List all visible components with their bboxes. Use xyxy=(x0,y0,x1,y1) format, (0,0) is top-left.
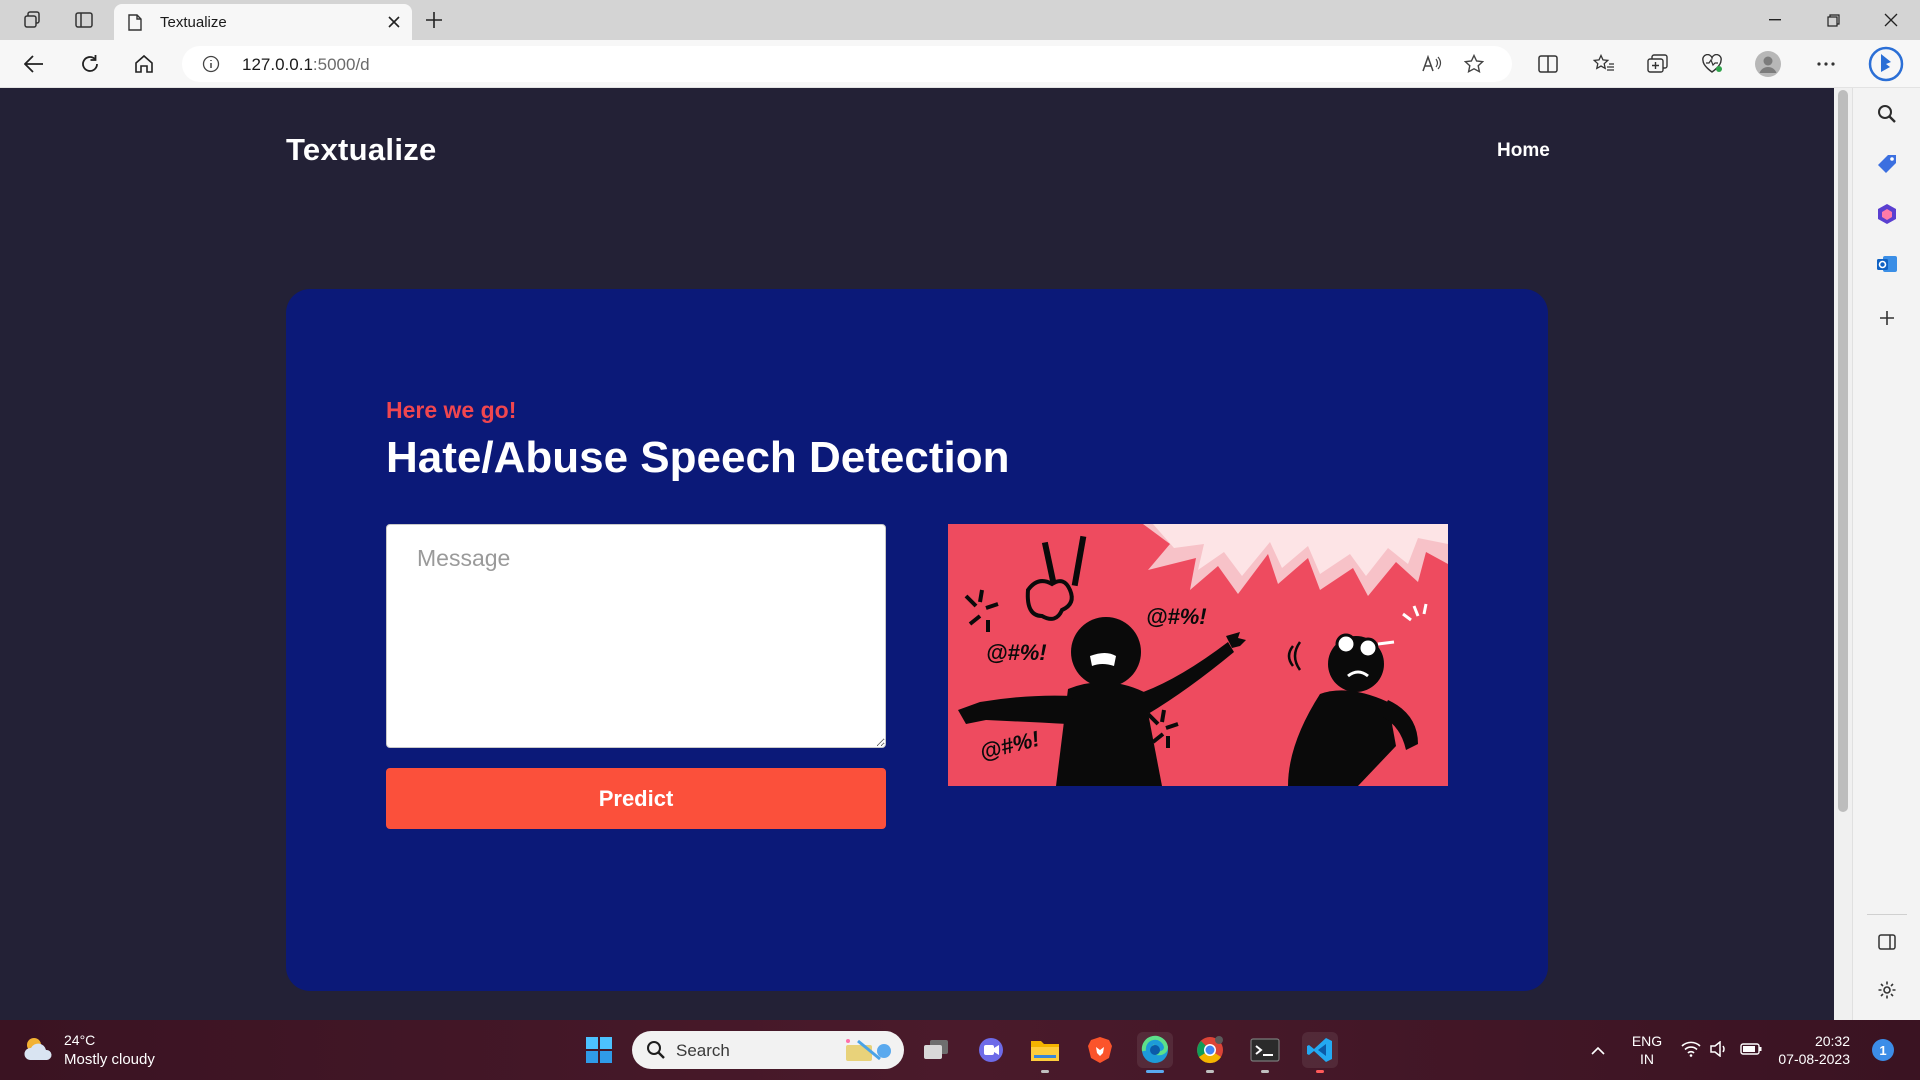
back-arrow-icon[interactable] xyxy=(20,50,48,78)
collections-icon[interactable] xyxy=(1644,50,1672,78)
bing-copilot-icon[interactable] xyxy=(1866,44,1906,84)
weather-temperature[interactable]: 24°C xyxy=(64,1032,95,1048)
url-path: :5000/d xyxy=(312,55,370,74)
system-clock[interactable]: 20:32 07-08-2023 xyxy=(1770,1032,1850,1068)
chrome-browser-icon[interactable] xyxy=(1192,1032,1228,1073)
address-bar[interactable]: 127.0.0.1:5000/d xyxy=(182,46,1512,82)
browser-tab-strip: Textualize xyxy=(0,0,1920,40)
tab-actions-icon[interactable] xyxy=(72,8,96,32)
weather-description[interactable]: Mostly cloudy xyxy=(64,1051,155,1068)
edge-browser-icon[interactable] xyxy=(1137,1032,1173,1073)
page-icon xyxy=(128,14,142,31)
new-tab-icon[interactable] xyxy=(422,8,446,32)
tab-textualize[interactable]: Textualize xyxy=(114,4,412,40)
search-icon[interactable] xyxy=(1875,102,1899,126)
browser-toolbar: 127.0.0.1:5000/d xyxy=(0,40,1920,88)
favorite-star-icon[interactable] xyxy=(1460,50,1488,78)
message-input[interactable] xyxy=(386,524,886,748)
sidebar-divider xyxy=(1867,914,1907,915)
partly-cloudy-icon[interactable] xyxy=(22,1034,56,1064)
notification-badge[interactable]: 1 xyxy=(1872,1039,1894,1061)
outlook-icon[interactable] xyxy=(1875,252,1899,276)
windows-taskbar: 24°C Mostly cloudy Search ENG IN 20:32 0… xyxy=(0,1020,1920,1080)
language-region: IN xyxy=(1640,1051,1654,1067)
workspaces-icon[interactable] xyxy=(20,8,44,32)
clock-date: 07-08-2023 xyxy=(1778,1051,1850,1067)
page-scrollbar[interactable] xyxy=(1834,88,1852,1020)
clock-time: 20:32 xyxy=(1814,1033,1850,1049)
symbols-text-1: @#%! xyxy=(986,640,1047,665)
running-indicator xyxy=(1206,1070,1214,1073)
running-indicator xyxy=(1041,1070,1049,1073)
refresh-icon[interactable] xyxy=(76,50,104,78)
shopping-tag-icon[interactable] xyxy=(1875,152,1899,176)
minimize-icon[interactable] xyxy=(1752,6,1798,34)
teams-chat-icon[interactable] xyxy=(973,1032,1009,1068)
language-code: ENG xyxy=(1631,1033,1663,1049)
taskbar-search-icon xyxy=(647,1041,665,1059)
browser-essentials-icon[interactable] xyxy=(1698,50,1726,78)
windows-start-icon[interactable] xyxy=(581,1032,617,1068)
brave-browser-icon[interactable] xyxy=(1082,1032,1118,1068)
wifi-icon[interactable] xyxy=(1680,1038,1702,1060)
volume-icon[interactable] xyxy=(1708,1038,1730,1060)
card-eyebrow: Here we go! xyxy=(386,397,517,423)
symbols-text-2: @#%! xyxy=(1146,604,1207,629)
profile-avatar[interactable] xyxy=(1754,50,1782,78)
nav-home-link[interactable]: Home xyxy=(1497,140,1550,162)
active-window-indicator xyxy=(1146,1070,1164,1073)
add-sidebar-app-icon[interactable] xyxy=(1875,306,1899,330)
language-indicator[interactable]: ENG IN xyxy=(1630,1032,1664,1068)
scrollbar-thumb[interactable] xyxy=(1838,90,1848,812)
page-title: Hate/Abuse Speech Detection xyxy=(386,433,1010,482)
taskbar-search[interactable]: Search xyxy=(632,1031,904,1069)
url-text: 127.0.0.1:5000/d xyxy=(242,55,370,75)
page-viewport: Textualize Home Here we go! Hate/Abuse S… xyxy=(0,88,1834,1020)
m365-icon[interactable] xyxy=(1875,202,1899,226)
running-indicator xyxy=(1261,1070,1269,1073)
site-info-icon[interactable] xyxy=(202,55,220,73)
favorites-icon[interactable] xyxy=(1590,50,1618,78)
tab-title: Textualize xyxy=(160,14,227,31)
show-hidden-icons-chevron-icon[interactable] xyxy=(1586,1038,1610,1062)
task-view-icon[interactable] xyxy=(918,1032,954,1068)
running-indicator xyxy=(1316,1070,1324,1073)
angry-speech-illustration: @#%! @#%! @#%! xyxy=(948,524,1448,786)
site-brand[interactable]: Textualize xyxy=(286,132,437,168)
edge-sidebar xyxy=(1852,88,1920,1020)
file-explorer-icon[interactable] xyxy=(1027,1032,1063,1073)
search-highlight-icon xyxy=(846,1039,891,1061)
taskbar-search-label: Search xyxy=(676,1041,730,1060)
url-host: 127.0.0.1 xyxy=(242,55,313,74)
read-aloud-icon[interactable] xyxy=(1418,50,1446,78)
close-window-icon[interactable] xyxy=(1868,6,1914,34)
home-icon[interactable] xyxy=(130,50,158,78)
hide-sidebar-icon[interactable] xyxy=(1875,930,1899,954)
terminal-icon[interactable] xyxy=(1247,1032,1283,1073)
split-screen-icon[interactable] xyxy=(1534,50,1562,78)
restore-icon[interactable] xyxy=(1810,6,1856,34)
more-options-icon[interactable] xyxy=(1812,50,1840,78)
predict-button[interactable]: Predict xyxy=(386,768,886,829)
close-tab-icon[interactable] xyxy=(384,12,404,32)
detection-card: Here we go! Hate/Abuse Speech Detection … xyxy=(286,289,1548,991)
battery-icon[interactable] xyxy=(1740,1038,1762,1060)
settings-gear-icon[interactable] xyxy=(1875,978,1899,1002)
vscode-icon[interactable] xyxy=(1302,1032,1338,1073)
